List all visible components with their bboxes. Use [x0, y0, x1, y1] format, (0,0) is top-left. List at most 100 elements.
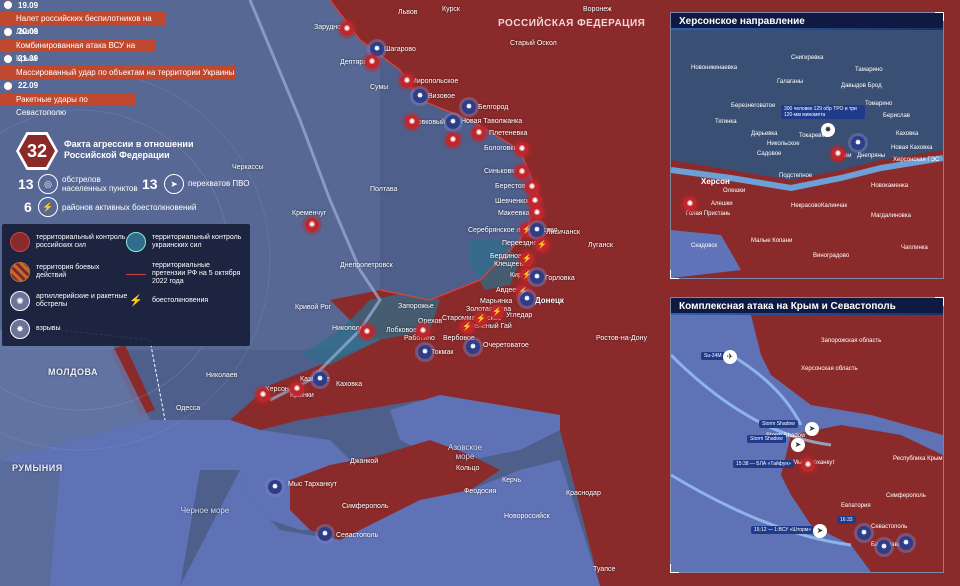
inset-label: Чаплинка [901, 245, 928, 251]
explosion-marker[interactable]: ✸ [530, 223, 544, 237]
aggression-stats: 32 Факта агрессии в отношении Российской… [16, 132, 256, 220]
artillery-marker[interactable]: ✺ [416, 324, 430, 338]
aircraft-marker[interactable]: ✈ [723, 350, 737, 364]
clash-marker[interactable]: ⚡ [520, 252, 534, 266]
inset-label: Снигиревка [791, 55, 824, 61]
explosion-marker[interactable]: ✸ [899, 536, 913, 550]
city-label: Марьинка [480, 298, 513, 305]
artillery-marker[interactable]: ✺ [256, 388, 270, 402]
timeline-event: Налет российских беспилотников на Львов [0, 12, 165, 36]
explosion-marker[interactable]: ✸ [418, 345, 432, 359]
artillery-marker[interactable]: ✺ [515, 165, 529, 179]
city-label: Шагарово [384, 46, 416, 53]
missile-marker[interactable]: ➤ [791, 438, 805, 452]
legend-swatch [10, 262, 30, 282]
clash-marker[interactable]: ⚡ [490, 305, 504, 319]
inset-label: Магдалиновка [871, 213, 911, 219]
explosion-marker[interactable]: ✸ [313, 372, 327, 386]
city-label: Луганск [588, 242, 613, 249]
explosion-marker[interactable]: ✸ [877, 540, 891, 554]
inset-corner [670, 270, 679, 279]
city-label: Очеретоватое [483, 342, 529, 349]
city-label: Сумы [370, 84, 389, 91]
artillery-marker[interactable]: ✺ [472, 126, 486, 140]
explosion-marker[interactable]: ✸ [413, 89, 427, 103]
city-label: Одесса [176, 405, 201, 412]
inset-label: Херсонская область [801, 366, 858, 372]
city-label: Кривой Рог [295, 304, 332, 311]
inset-label: Новая Каховка [891, 145, 933, 151]
city-label: Полтава [370, 186, 398, 193]
legend-line [126, 273, 146, 275]
inset-label: Каховка [896, 131, 919, 137]
clash-marker[interactable]: ⚡ [460, 320, 474, 334]
city-label: Мыс Тарханкут [288, 481, 338, 488]
artillery-marker[interactable]: ✺ [515, 142, 529, 156]
artillery-marker[interactable]: ✺ [340, 22, 354, 36]
inset-label: Херсон [701, 177, 730, 186]
timeline-event: Массированный удар по объектам на террит… [0, 66, 235, 79]
explosion-marker[interactable]: ✸ [821, 123, 835, 137]
explosion-marker[interactable]: ✸ [318, 527, 332, 541]
explosion-marker[interactable]: ✸ [530, 270, 544, 284]
explosion-marker[interactable]: ✸ [462, 100, 476, 114]
timeline-event: Комбинированная атака ВСУ на Крым [0, 39, 155, 63]
inset-label: Новокаменка [871, 183, 909, 189]
artillery-marker[interactable]: ✺ [400, 74, 414, 88]
city-label: Туапсе [593, 566, 616, 573]
city-label: Воронеж [583, 6, 612, 13]
inset-crimea-title: Комплексная атака на Крым и Севастополь [671, 298, 943, 315]
clash-marker[interactable]: ⚡ [474, 312, 488, 326]
legend-explosions: ✸ взрывы [10, 319, 128, 339]
inset-label: Олешки [723, 188, 746, 194]
clash-marker[interactable]: ⚡ [535, 238, 549, 252]
artillery-marker[interactable]: ✺ [525, 180, 539, 194]
city-label: Макеевка [498, 210, 530, 217]
city-label: Лисичанск [546, 229, 580, 236]
explosion-marker[interactable]: ✸ [370, 42, 384, 56]
explosion-marker[interactable]: ✸ [857, 526, 871, 540]
city-label: Кольцо [456, 465, 480, 472]
timeline-dot [4, 55, 12, 63]
artillery-marker[interactable]: ✺ [683, 197, 697, 211]
city-label: Донецк [535, 296, 564, 305]
city-label: Мирoпольское [411, 78, 459, 85]
artillery-marker[interactable]: ✺ [530, 206, 544, 220]
artillery-marker[interactable]: ✺ [365, 55, 379, 69]
inset-tag: Storm Shadow [747, 435, 786, 443]
inset-label: Дарьевка [751, 131, 778, 137]
stat-combat-count: 6 [24, 199, 32, 215]
city-label: Днепропетровск [340, 262, 393, 269]
missile-marker[interactable]: ➤ [805, 422, 819, 436]
inset-label: Республика Крым [893, 456, 943, 462]
artillery-marker[interactable]: ✺ [360, 325, 374, 339]
inset-label: Скадовск [691, 243, 718, 249]
missile-icon: ➤ [164, 174, 184, 194]
inset-label: Симферополь [886, 493, 926, 499]
stat-combat-label: районов активных боестолкновений [62, 203, 197, 212]
city-label: Черкассы [232, 164, 264, 171]
artillery-marker[interactable]: ✺ [305, 218, 319, 232]
artillery-marker[interactable]: ✺ [446, 133, 460, 147]
inset-tag: 16:33 [837, 516, 856, 524]
artillery-marker[interactable]: ✺ [405, 115, 419, 129]
explosion-marker[interactable]: ✸ [851, 136, 865, 150]
drone-marker[interactable]: ➤ [813, 524, 827, 538]
explosion-marker[interactable]: ✸ [520, 292, 534, 306]
explosion-marker[interactable]: ✸ [268, 480, 282, 494]
artillery-marker[interactable]: ✺ [831, 147, 845, 161]
artillery-marker[interactable]: ✺ [801, 458, 815, 472]
explosion-icon: ✸ [10, 319, 30, 339]
inset-label: Алешки [711, 201, 733, 207]
timeline-date: 22.09 [18, 81, 39, 90]
timeline-date: 20.09 [18, 27, 39, 36]
inset-label: Никольское [767, 141, 800, 147]
explosion-marker[interactable]: ✸ [446, 115, 460, 129]
region-label-romania: РУМЫНИЯ [12, 463, 63, 473]
legend-ua-control: территориальный контроль украинских сил [126, 232, 244, 252]
artillery-marker[interactable]: ✺ [290, 382, 304, 396]
explosion-marker[interactable]: ✸ [466, 340, 480, 354]
artillery-icon: ✺ [10, 291, 30, 311]
inset-tag: 15:38 — БЛА «Тайфун» [733, 460, 794, 468]
city-label: Бологовка [484, 145, 518, 152]
